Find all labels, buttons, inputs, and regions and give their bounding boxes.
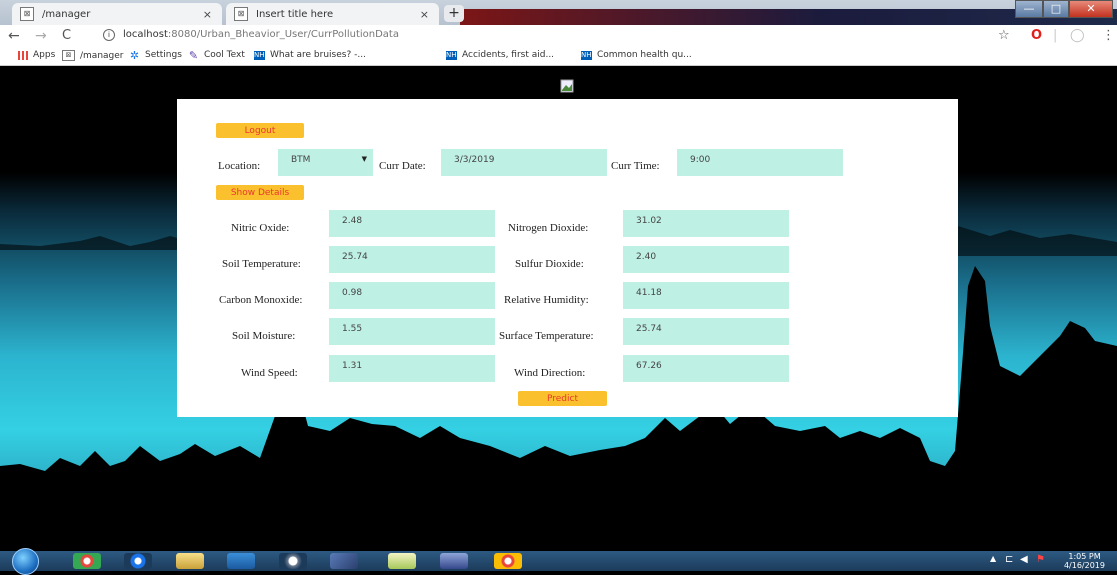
app-icon[interactable] (330, 553, 358, 569)
new-tab-button[interactable]: + (444, 5, 464, 22)
cooltext-icon: ✎ (188, 48, 199, 62)
wind-direction-label: Wind Direction: (514, 367, 586, 379)
media-player-icon[interactable] (227, 553, 255, 569)
bookmark-common-health[interactable]: NHS Common health qu... (581, 50, 692, 60)
predict-button[interactable]: Predict (518, 391, 607, 406)
location-select[interactable]: BTM ▼ (278, 149, 373, 176)
browser-tab-bar: ⊠ /manager × ⊠ Insert title here × + — □… (0, 0, 1117, 25)
disk-icon[interactable] (279, 553, 307, 569)
clock-time: 1:05 PM (1068, 552, 1101, 561)
nhs-icon: NHS (446, 50, 461, 60)
bookmark-settings[interactable]: ✲ Settings (129, 48, 182, 62)
tab-title: /manager (42, 8, 91, 20)
action-center-icon[interactable]: ⊏ (1005, 554, 1013, 565)
reload-icon[interactable]: C (62, 28, 71, 43)
page-background: Logout Location: BTM ▼ Curr Date: 3/3/20… (0, 66, 1117, 551)
url-path: :8080/Urban_Bheavior_User/CurrPollutionD… (167, 29, 399, 40)
bookmark-label: Settings (145, 50, 182, 60)
carbon-monoxide-label: Carbon Monoxide: (219, 294, 303, 306)
address-bar: ← → C i localhost:8080/Urban_Bheavior_Use… (0, 25, 1117, 47)
nitrogen-dioxide-field[interactable]: 31.02 (623, 210, 789, 237)
bookmark-accidents[interactable]: NHS Accidents, first aid... (446, 50, 554, 60)
location-label: Location: (218, 160, 261, 172)
tomcat-icon: ⊠ (20, 7, 34, 21)
tomcat-icon: ⊠ (62, 50, 75, 61)
settings-gear-icon: ✲ (129, 48, 140, 62)
soil-moisture-field[interactable]: 1.55 (329, 318, 495, 345)
broken-image-icon (560, 79, 574, 93)
nitric-oxide-label: Nitric Oxide: (231, 222, 290, 234)
nhs-icon: NHS (254, 50, 269, 60)
url-host: localhost (123, 29, 168, 40)
soil-temperature-label: Soil Temperature: (222, 258, 301, 270)
chevron-down-icon: ▼ (361, 155, 367, 163)
maximize-button[interactable]: □ (1043, 0, 1069, 18)
menu-dots-icon[interactable]: ⋮ (1102, 28, 1115, 43)
chrome-icon[interactable] (73, 553, 101, 569)
tab-title: Insert title here (256, 8, 334, 20)
close-window-button[interactable]: ✕ (1069, 0, 1113, 18)
show-details-button[interactable]: Show Details (216, 185, 304, 200)
bookmark-manager[interactable]: ⊠ /manager (62, 50, 123, 61)
bookmark-bruises[interactable]: NHS What are bruises? -... (254, 50, 366, 60)
apps-grid-icon (18, 50, 28, 60)
nitric-oxide-field[interactable]: 2.48 (329, 210, 495, 237)
carbon-monoxide-field[interactable]: 0.98 (329, 282, 495, 309)
bookmark-label: What are bruises? -... (270, 50, 366, 60)
bookmark-label: /manager (80, 50, 124, 61)
surface-temperature-label: Surface Temperature: (499, 330, 594, 342)
curr-date-field[interactable]: 3/3/2019 (441, 149, 607, 176)
extension-icon[interactable]: ◯ (1070, 28, 1085, 43)
curr-date-label: Curr Date: (379, 160, 426, 172)
url-field[interactable]: i localhost:8080/Urban_Bheavior_User/Curr… (103, 29, 399, 41)
nitrogen-dioxide-label: Nitrogen Dioxide: (508, 222, 589, 234)
close-tab-icon[interactable]: × (420, 8, 429, 21)
volume-icon[interactable]: ◀ (1020, 554, 1028, 565)
tab-manager[interactable]: ⊠ /manager × (12, 3, 222, 25)
bookmark-star-icon[interactable]: ☆ (998, 28, 1010, 43)
close-tab-icon[interactable]: × (203, 8, 212, 21)
curr-time-label: Curr Time: (611, 160, 660, 172)
wind-speed-label: Wind Speed: (241, 367, 298, 379)
bookmark-label: Apps (33, 50, 56, 60)
bookmark-label: Accidents, first aid... (462, 50, 555, 60)
minimize-button[interactable]: — (1015, 0, 1043, 18)
relative-humidity-label: Relative Humidity: (504, 294, 589, 306)
logout-button[interactable]: Logout (216, 123, 304, 138)
tomcat-icon: ⊠ (234, 7, 248, 21)
nhs-icon: NHS (581, 50, 596, 60)
sulfur-dioxide-label: Sulfur Dioxide: (515, 258, 584, 270)
wind-speed-field[interactable]: 1.31 (329, 355, 495, 382)
separator-icon: | (1053, 28, 1058, 43)
bookmark-apps[interactable]: Apps (18, 50, 55, 60)
bookmark-label: Cool Text (204, 50, 245, 60)
bookmark-cooltext[interactable]: ✎ Cool Text (188, 48, 245, 62)
flag-icon[interactable]: ⚑ (1036, 554, 1045, 565)
bookmark-label: Common health qu... (597, 50, 692, 60)
windows-taskbar: ▲ ⊏ ◀ ⚑ 1:05 PM 4/16/2019 (0, 548, 1117, 575)
opera-icon[interactable]: O (1031, 28, 1042, 43)
soil-moisture-label: Soil Moisture: (232, 330, 296, 342)
back-arrow-icon[interactable]: ← (8, 28, 20, 44)
pollution-data-panel: Logout Location: BTM ▼ Curr Date: 3/3/20… (177, 99, 958, 417)
chrome-icon[interactable] (494, 553, 522, 569)
surface-temperature-field[interactable]: 25.74 (623, 318, 789, 345)
bookmarks-bar: Apps ⊠ /manager ✲ Settings ✎ Cool Text N… (0, 47, 1117, 66)
location-selected-value: BTM (291, 155, 311, 165)
curr-time-field[interactable]: 9:00 (677, 149, 843, 176)
sulfur-dioxide-field[interactable]: 2.40 (623, 246, 789, 273)
file-explorer-icon[interactable] (176, 553, 204, 569)
notepad-icon[interactable] (388, 553, 416, 569)
relative-humidity-field[interactable]: 41.18 (623, 282, 789, 309)
tab-insert-title[interactable]: ⊠ Insert title here × (226, 3, 439, 25)
soil-temperature-field[interactable]: 25.74 (329, 246, 495, 273)
wind-direction-field[interactable]: 67.26 (623, 355, 789, 382)
forward-arrow-icon[interactable]: → (35, 28, 47, 44)
chromium-icon[interactable] (124, 553, 152, 569)
clock-date: 4/16/2019 (1063, 561, 1105, 570)
eclipse-icon[interactable] (440, 553, 468, 569)
info-icon[interactable]: i (103, 29, 115, 41)
show-hidden-icons-icon[interactable]: ▲ (990, 554, 996, 563)
system-clock[interactable]: 1:05 PM 4/16/2019 (1064, 552, 1105, 570)
